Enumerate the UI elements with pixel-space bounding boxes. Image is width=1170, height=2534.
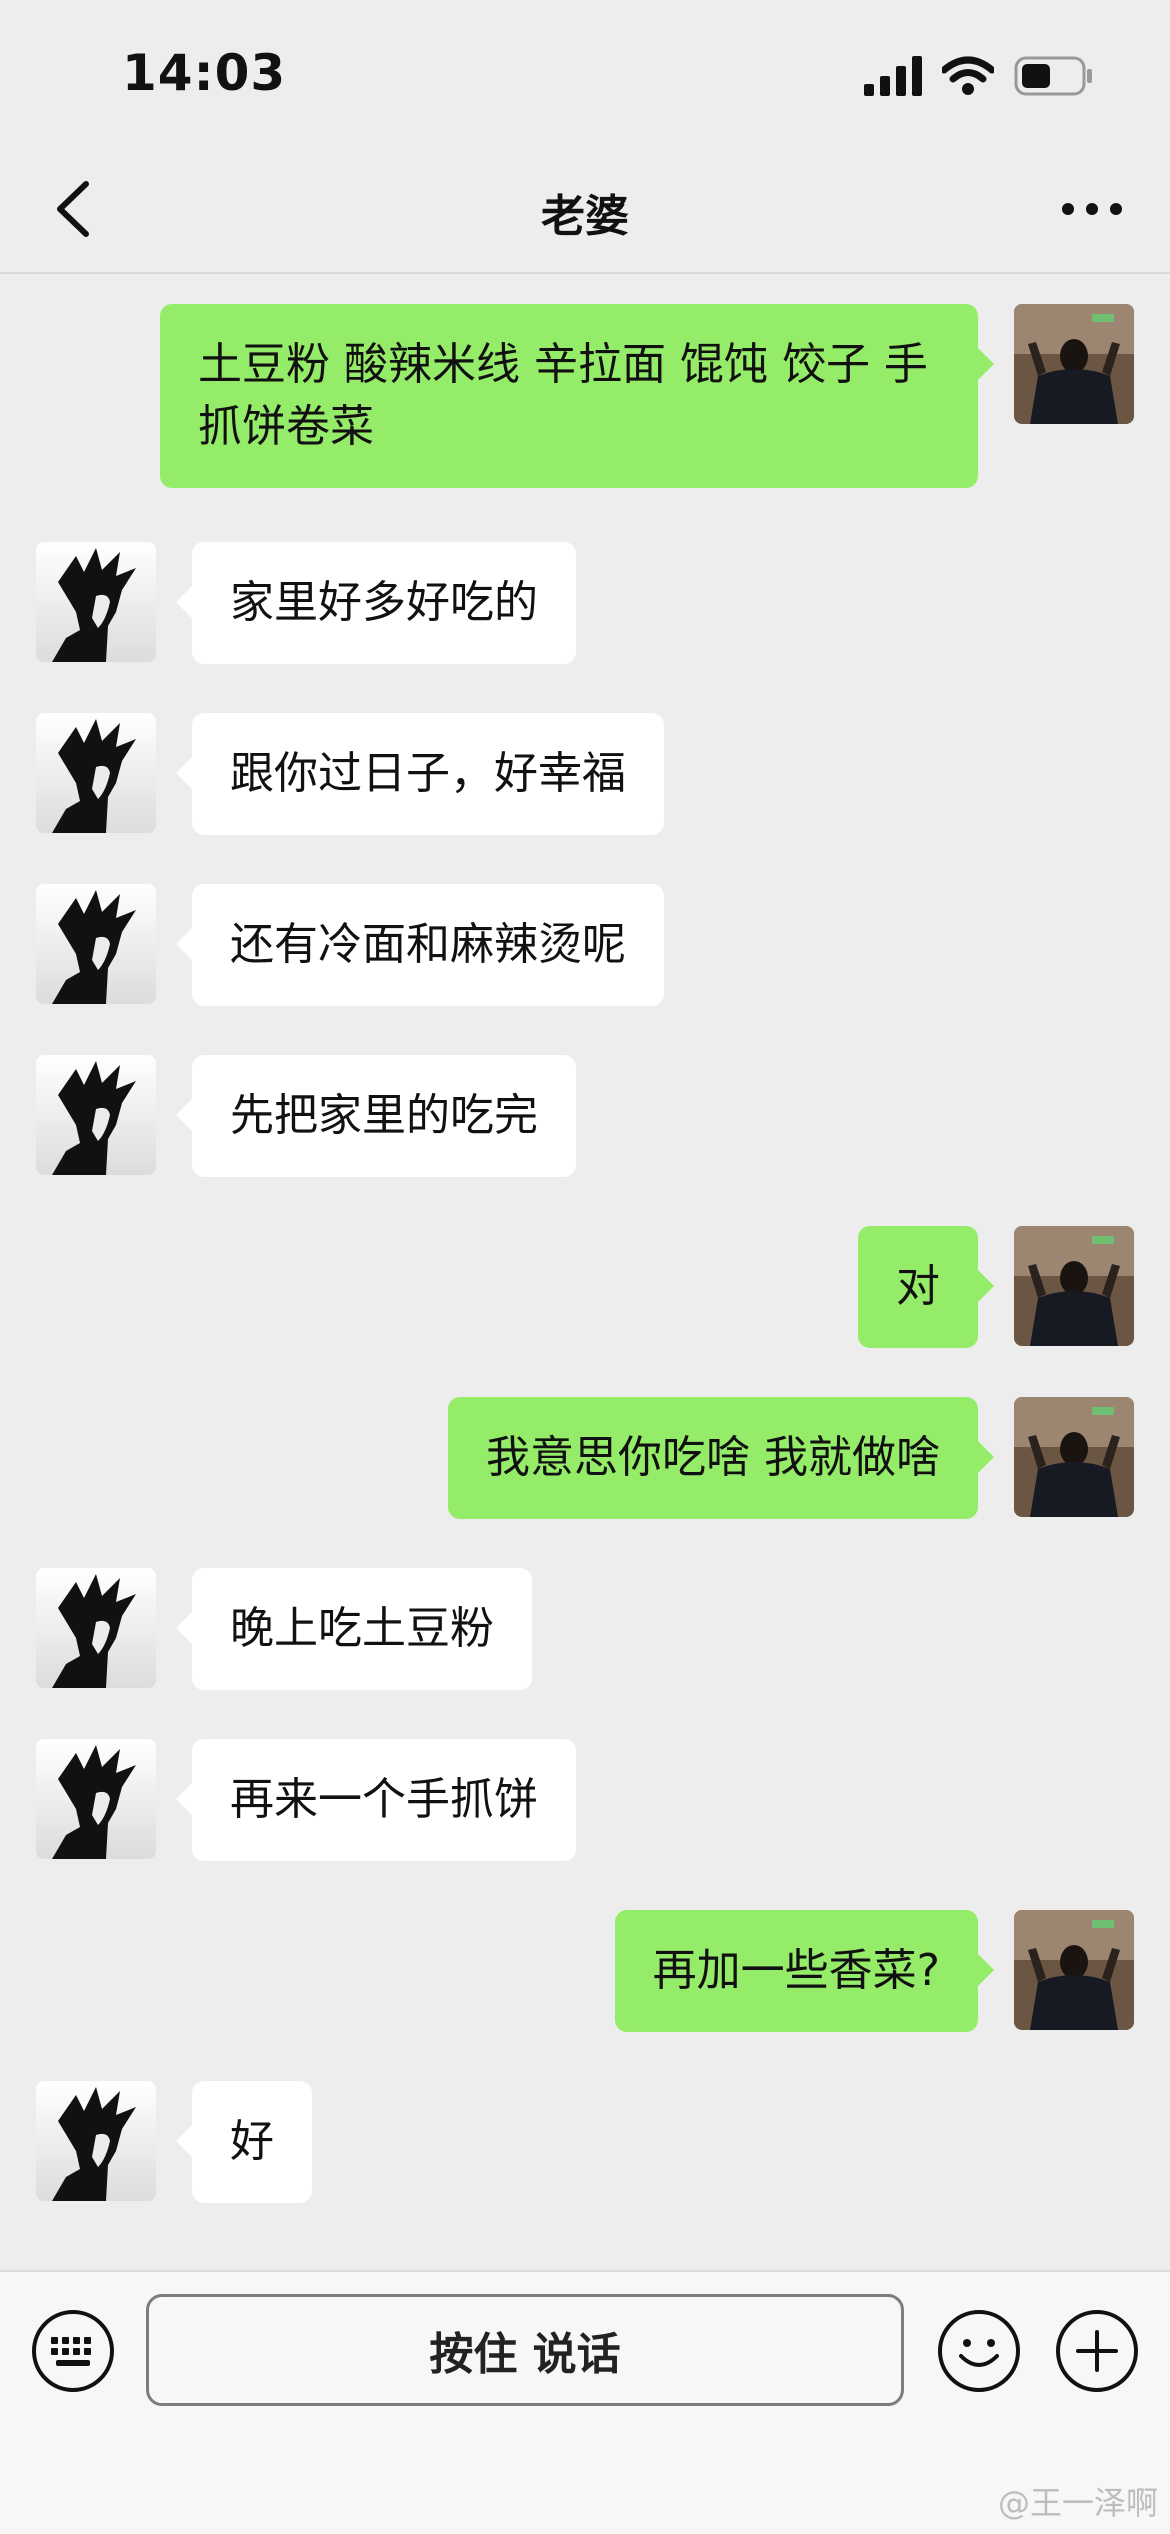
signal-icon: [864, 56, 922, 96]
message-bubble[interactable]: 还有冷面和麻辣烫呢: [176, 884, 664, 1006]
avatar-contact[interactable]: [36, 2081, 156, 2201]
status-time: 14:03: [122, 44, 287, 102]
chat-title: 老婆: [541, 191, 629, 242]
watermark: @王一泽啊: [997, 2484, 1158, 2522]
emoji-icon[interactable]: [936, 2308, 1022, 2394]
status-bar: 14:03: [0, 0, 1170, 150]
avatar-contact[interactable]: [36, 1739, 156, 1859]
avatar-contact[interactable]: [36, 542, 156, 662]
message-bubble[interactable]: 对: [858, 1226, 994, 1348]
wifi-icon: [942, 56, 994, 95]
avatar-self[interactable]: [1014, 1910, 1134, 2030]
more-icon[interactable]: [1052, 174, 1132, 244]
message-bubble[interactable]: 再加一些香菜?: [614, 1910, 995, 2032]
message-bubble[interactable]: 我意思你吃啥 我就做啥: [448, 1397, 994, 1519]
avatar-contact[interactable]: [36, 1055, 156, 1175]
message-bubble[interactable]: 再来一个手抓饼: [176, 1739, 576, 1861]
avatar-self[interactable]: [1014, 304, 1134, 424]
avatar-contact[interactable]: [36, 884, 156, 1004]
keyboard-icon[interactable]: [30, 2308, 116, 2394]
message-bubble[interactable]: 先把家里的吃完: [176, 1055, 576, 1177]
battery-icon: [1014, 56, 1092, 96]
avatar-contact[interactable]: [36, 1568, 156, 1688]
message-bubble[interactable]: 家里好多好吃的: [176, 542, 576, 664]
message-bubble[interactable]: 好: [176, 2081, 312, 2203]
nav-bar: 老婆: [0, 150, 1170, 274]
avatar-self[interactable]: [1014, 1397, 1134, 1517]
message-bubble[interactable]: 土豆粉 酸辣米线 辛拉面 馄饨 饺子 手抓饼卷菜: [160, 304, 994, 488]
message-bubble[interactable]: 晚上吃土豆粉: [176, 1568, 532, 1690]
avatar-contact[interactable]: [36, 713, 156, 833]
input-bar: 按住 说话: [0, 2270, 1170, 2534]
message-bubble[interactable]: 跟你过日子，好幸福: [176, 713, 664, 835]
avatar-self[interactable]: [1014, 1226, 1134, 1346]
plus-icon[interactable]: [1054, 2308, 1140, 2394]
hold-to-talk-button[interactable]: 按住 说话: [146, 2294, 904, 2406]
status-icons: [864, 52, 1094, 100]
